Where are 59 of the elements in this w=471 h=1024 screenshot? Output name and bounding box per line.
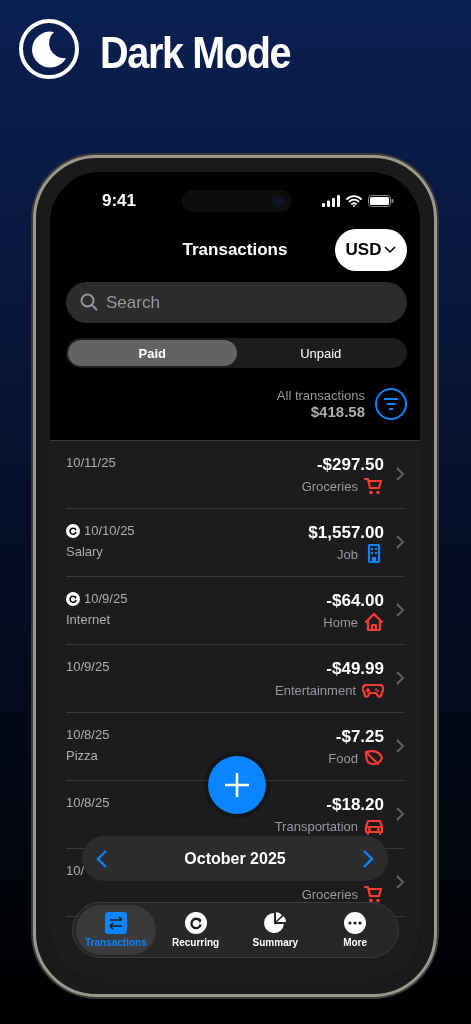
next-month-button[interactable] [362, 849, 374, 868]
status-time: 9:41 [102, 190, 137, 211]
wifi-icon [346, 194, 362, 207]
transaction-date: 10/9/25 [66, 659, 110, 674]
signal-icon [322, 194, 340, 207]
banner-title: Dark Mode [100, 28, 291, 78]
chevron-right-icon [396, 603, 404, 617]
tab-item[interactable]: Recurring [155, 905, 236, 955]
transaction-date: 10/8/25 [66, 795, 110, 810]
arrows-icon [104, 912, 127, 934]
chevron-right-icon [396, 467, 404, 481]
plus-icon [224, 772, 250, 798]
transaction-category: Entertainment [275, 682, 356, 698]
chevron-down-icon [384, 246, 397, 254]
transaction-note: Salary [66, 544, 104, 559]
segment-tab[interactable]: Paid [68, 340, 237, 366]
transaction-amount: -$64.00 [326, 591, 384, 611]
transaction-date: 10/10/25 [84, 523, 135, 538]
tab-item[interactable]: Summary [235, 905, 316, 955]
chevron-right-icon [396, 875, 404, 889]
chevron-right-icon [396, 535, 404, 549]
currency-picker[interactable]: USD [335, 229, 407, 271]
transaction-category: Home [323, 614, 358, 630]
transaction-category: Groceries [301, 886, 358, 902]
transaction-amount: -$297.50 [316, 455, 384, 475]
transaction-category: Food [328, 750, 358, 766]
transaction-category: Groceries [301, 478, 358, 494]
transaction-note: Internet [66, 612, 112, 627]
transaction-amount: $1,557.00 [308, 523, 384, 543]
transaction-category: Transportation [274, 818, 358, 834]
transaction-category: Job [337, 546, 358, 562]
transaction-date: 10/ [66, 863, 85, 878]
repeat-icon [184, 912, 207, 934]
transaction-amount: -$7.25 [335, 727, 384, 747]
chevron-right-icon [396, 671, 404, 685]
transaction-amount: -$49.99 [326, 659, 384, 679]
screen-title: Transactions [182, 240, 288, 260]
transaction-note: Pizza [66, 748, 99, 763]
filter-icon [383, 398, 399, 410]
chevron-left-icon [96, 849, 108, 868]
search-field[interactable]: Search [66, 282, 407, 323]
filter-button[interactable] [375, 388, 407, 420]
chevron-right-icon [396, 807, 404, 821]
transaction-date: 10/9/25 [84, 591, 128, 606]
tab-item[interactable]: More [315, 905, 395, 955]
pie-chart-icon [264, 912, 287, 934]
more-icon [344, 912, 367, 934]
transaction-date: 10/11/25 [66, 455, 116, 470]
summary-total: $418.58 [310, 403, 365, 420]
segment-tab[interactable]: Unpaid [236, 340, 405, 366]
transaction-amount: -$18.20 [326, 795, 384, 815]
summary-label: All transactions [276, 388, 365, 403]
moon-icon [18, 18, 80, 80]
transaction-date: 10/8/25 [66, 727, 110, 742]
chevron-right-icon [362, 849, 374, 868]
previous-month-button[interactable] [96, 849, 108, 868]
battery-icon [368, 194, 394, 207]
month-label: October 2025 [184, 849, 286, 868]
chevron-right-icon [396, 739, 404, 753]
